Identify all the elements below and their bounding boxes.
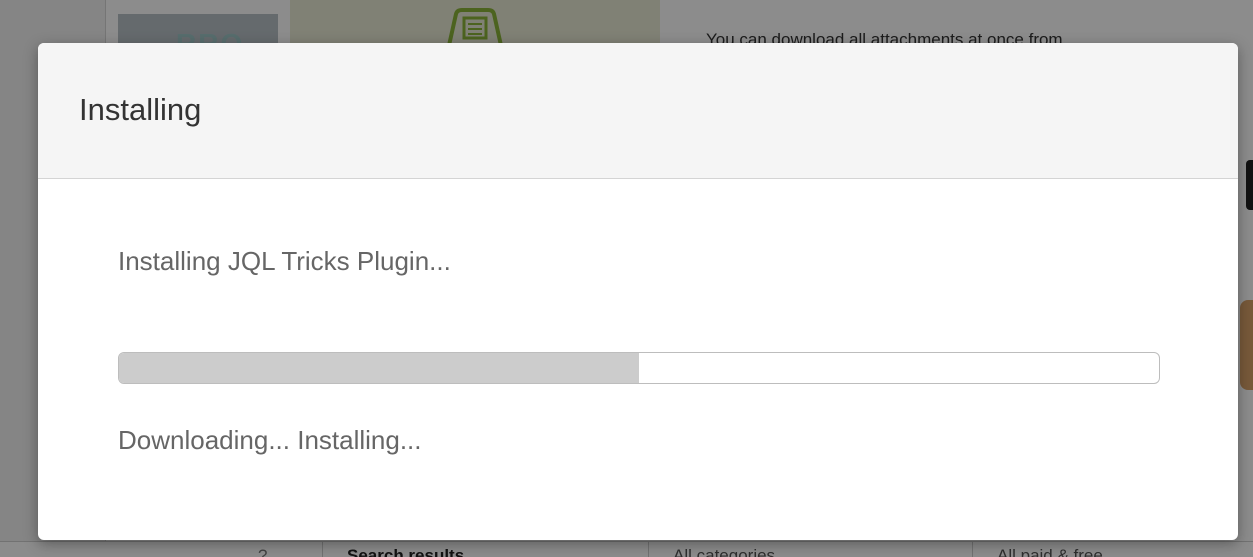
dialog-body: Installing JQL Tricks Plugin... Download… <box>38 179 1238 539</box>
install-phase-text: Downloading... Installing... <box>118 425 422 455</box>
installing-dialog: Installing Installing JQL Tricks Plugin.… <box>38 43 1238 540</box>
install-progress-fill <box>119 353 639 383</box>
install-status-text: Installing JQL Tricks Plugin... <box>118 246 451 276</box>
install-progress-bar <box>118 352 1160 384</box>
dialog-header: Installing <box>38 43 1238 179</box>
dialog-title: Installing <box>79 92 202 127</box>
